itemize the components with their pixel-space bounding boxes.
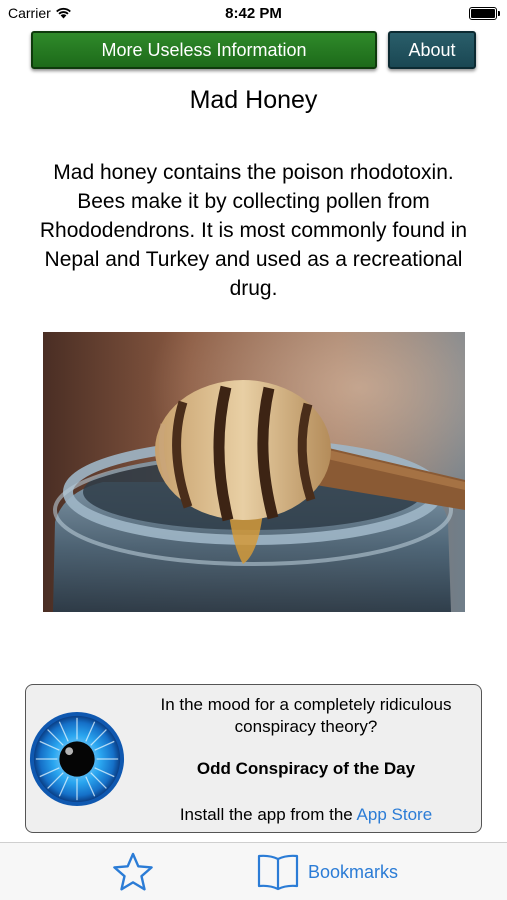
ad-install-prefix: Install the app from the [179,805,357,824]
conspiracy-app-ad[interactable]: In the mood for a completely ridiculous … [25,684,482,833]
battery-icon [469,7,500,20]
status-time: 8:42 PM [225,5,282,22]
ad-question-line1: In the mood for a completely ridiculous [160,695,452,714]
honey-jar-photo [43,332,465,612]
about-button[interactable]: About [388,31,476,69]
ad-install-line: Install the app from the App Store [132,805,480,825]
article-body: Mad honey contains the poison rhodotoxin… [39,161,468,300]
ad-app-name: Odd Conspiracy of the Day [196,759,416,778]
app-store-link[interactable]: App Store [357,805,433,824]
tab-bar: Bookmarks [0,842,507,900]
tab-bookmarks[interactable]: Bookmarks [256,852,398,892]
book-icon [257,854,299,891]
star-icon[interactable] [112,852,154,892]
page-title: Mad Honey [189,86,318,114]
status-bar: Carrier 8:42 PM [0,0,507,28]
ad-question-line2: conspiracy theory? [234,717,378,736]
bookmarks-label: Bookmarks [308,861,399,882]
more-useless-information-button[interactable]: More Useless Information [31,31,377,69]
eye-icon [29,711,125,807]
